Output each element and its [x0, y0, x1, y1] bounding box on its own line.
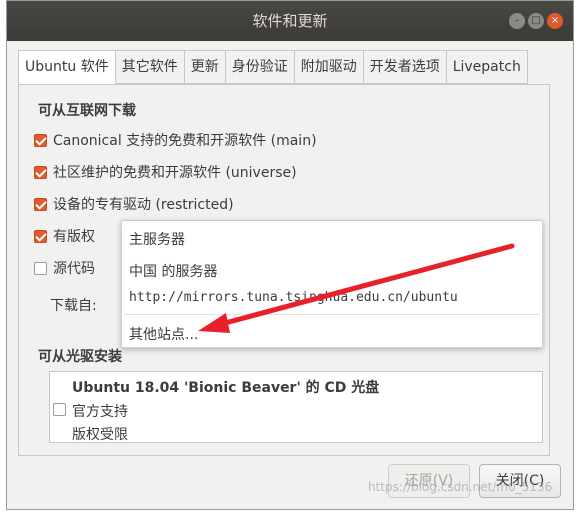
tab-other-software[interactable]: 其它软件 — [115, 50, 185, 84]
close-icon[interactable]: × — [547, 13, 563, 29]
option-source-code[interactable]: 源代码 — [34, 258, 95, 278]
maximize-icon[interactable]: □ — [528, 13, 544, 29]
tab-authentication[interactable]: 身份验证 — [225, 50, 295, 84]
cdrom-line-official: 官方支持 — [72, 404, 128, 420]
tab-developer-options[interactable]: 开发者选项 — [363, 50, 447, 84]
option-restricted[interactable]: 设备的专有驱动 (restricted) — [34, 194, 234, 214]
checkbox-multiverse[interactable] — [34, 229, 47, 243]
menu-separator — [124, 314, 540, 315]
tab-updates[interactable]: 更新 — [184, 50, 226, 84]
tab-additional-drivers[interactable]: 附加驱动 — [294, 50, 364, 84]
minimize-icon[interactable]: – — [509, 13, 525, 29]
checkbox-universe[interactable] — [34, 165, 47, 179]
option-source-code-label: 源代码 — [53, 261, 95, 277]
option-multiverse-label: 有版权 — [53, 229, 95, 245]
cdrom-disc-title: Ubuntu 18.04 'Bionic Beaver' 的 CD 光盘 — [72, 380, 380, 396]
option-universe-label: 社区维护的免费和开源软件 (universe) — [53, 165, 297, 181]
tab-livepatch[interactable]: Livepatch — [446, 50, 528, 84]
menu-item-other-sites[interactable]: 其他站点... — [129, 324, 198, 344]
title-bar[interactable]: 软件和更新 – □ × — [7, 1, 573, 41]
server-dropdown-menu: 主服务器 中国 的服务器 http://mirrors.tuna.tsinghu… — [121, 220, 543, 348]
cdrom-heading: 可从光驱安装 — [38, 349, 122, 365]
download-from-label: 下载自: — [50, 298, 97, 314]
cdrom-line-restricted: 版权受限 — [72, 427, 128, 443]
watermark: https://blog.csdn.net/m0_5136 — [368, 480, 553, 494]
internet-heading: 可从互联网下载 — [38, 103, 136, 119]
option-multiverse[interactable]: 有版权 — [34, 226, 95, 246]
checkbox-cdrom[interactable] — [53, 403, 66, 416]
checkbox-main[interactable] — [34, 133, 47, 147]
cdrom-list: Ubuntu 18.04 'Bionic Beaver' 的 CD 光盘 官方支… — [49, 371, 543, 443]
menu-item-main-server[interactable]: 主服务器 — [129, 229, 185, 249]
tab-ubuntu-software[interactable]: Ubuntu 软件 — [19, 50, 116, 84]
option-universe[interactable]: 社区维护的免费和开源软件 (universe) — [34, 162, 297, 182]
option-main[interactable]: Canonical 支持的免费和开源软件 (main) — [34, 130, 317, 150]
menu-item-china-server[interactable]: 中国 的服务器 — [129, 261, 217, 281]
checkbox-restricted[interactable] — [34, 197, 47, 211]
tab-bar: Ubuntu 软件 其它软件 更新 身份验证 附加驱动 开发者选项 Livepa… — [18, 50, 528, 84]
menu-item-tuna-mirror[interactable]: http://mirrors.tuna.tsinghua.edu.cn/ubun… — [129, 290, 458, 305]
option-main-label: Canonical 支持的免费和开源软件 (main) — [53, 133, 317, 149]
window-title: 软件和更新 — [252, 12, 328, 30]
checkbox-source-code[interactable] — [34, 261, 47, 275]
option-restricted-label: 设备的专有驱动 (restricted) — [53, 197, 234, 213]
